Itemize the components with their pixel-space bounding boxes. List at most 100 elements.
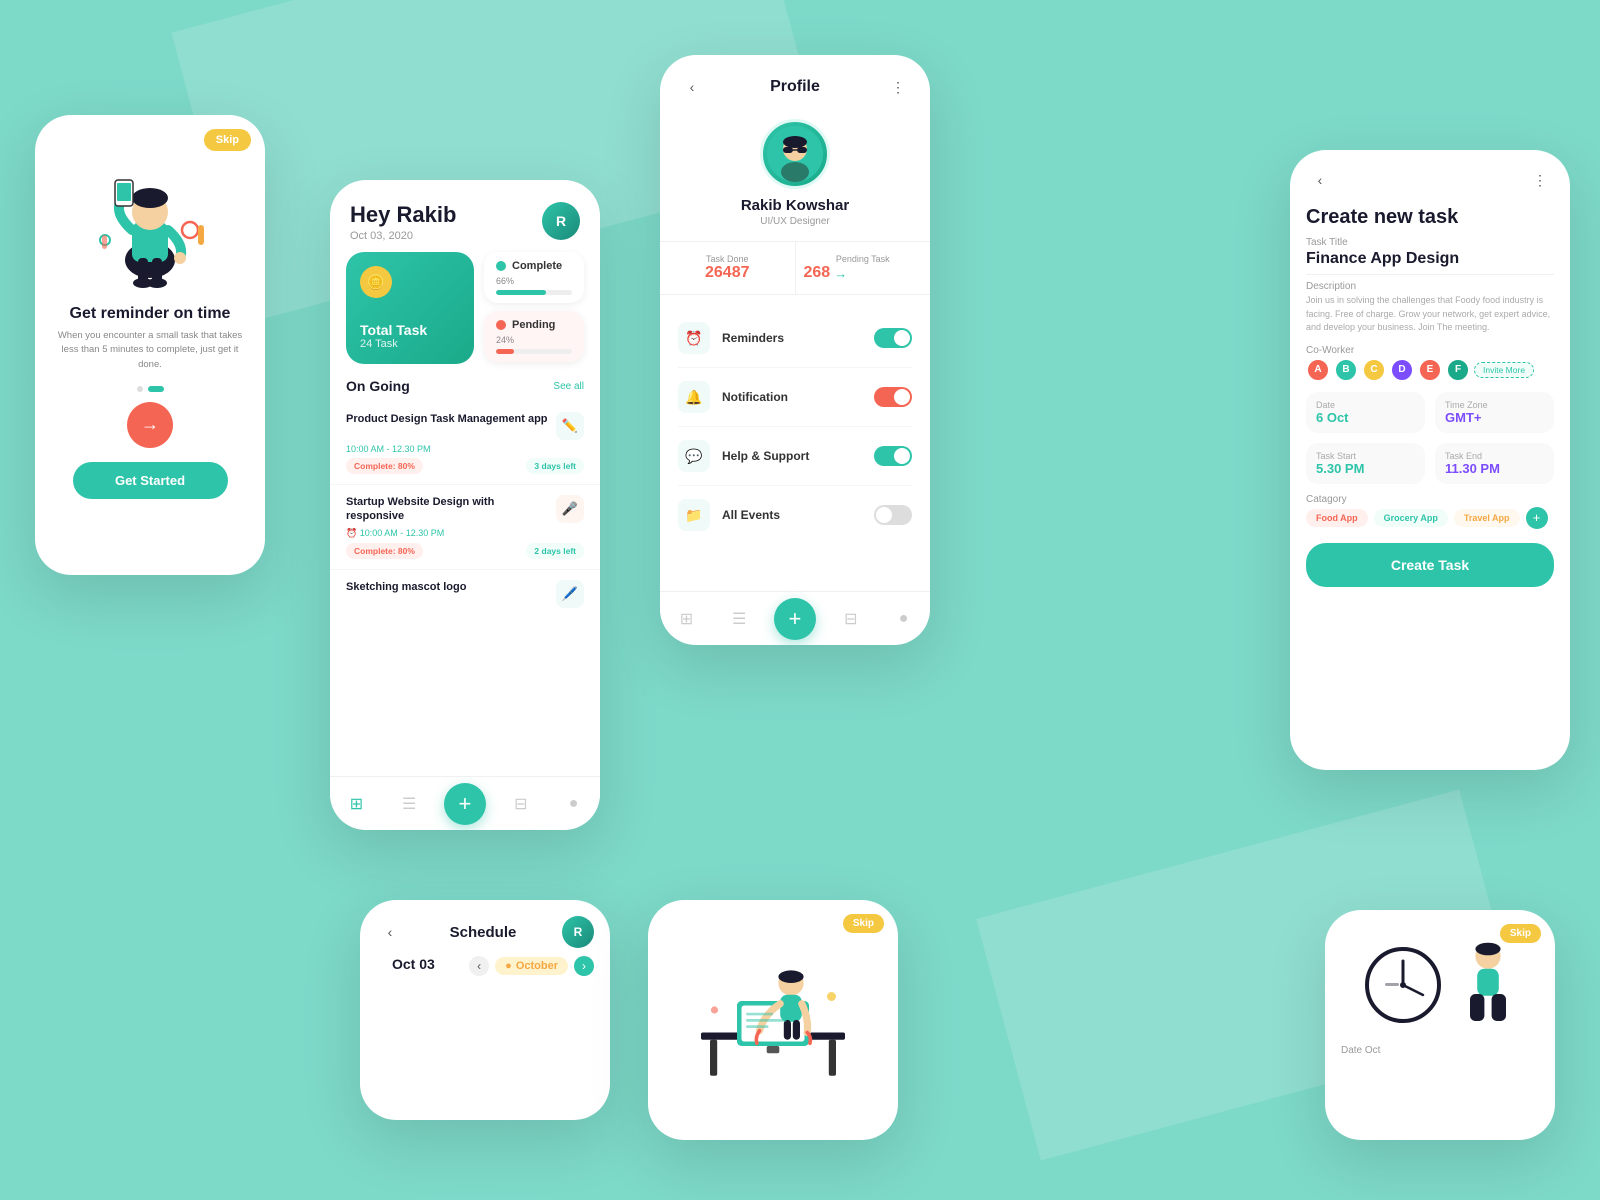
nav-filter-icon[interactable]: ☰ xyxy=(391,786,427,822)
dashboard-greeting: Hey Rakib xyxy=(350,202,456,228)
profile-card: ‹ Profile ⋮ Rakib Kowshar UI/UX Designer… xyxy=(660,55,930,645)
events-toggle[interactable] xyxy=(874,505,912,525)
skip3-button[interactable]: Skip xyxy=(1500,924,1541,943)
schedule-back[interactable]: ‹ xyxy=(376,918,404,946)
onboarding-title: Get reminder on time xyxy=(53,305,247,323)
category-row: Food App Grocery App Travel App + xyxy=(1306,507,1554,529)
task-item-3: Sketching mascot logo 🖊️ xyxy=(330,570,600,618)
toggle-reminders: ⏰ Reminders xyxy=(678,309,912,368)
reminders-toggle[interactable] xyxy=(874,328,912,348)
category-add-button[interactable]: + xyxy=(1526,507,1548,529)
timezone-box: Time Zone GMT+ xyxy=(1435,392,1554,433)
events-icon-wrap: 📁 xyxy=(678,499,710,531)
task-1-days: 3 days left xyxy=(526,458,584,474)
task-done-value: 26487 xyxy=(668,264,787,282)
reminders-icon-wrap: ⏰ xyxy=(678,322,710,354)
nav-home-icon[interactable]: ⊞ xyxy=(338,786,374,822)
user-avatar[interactable]: R xyxy=(542,202,580,240)
task-3-icon: 🖊️ xyxy=(556,580,584,608)
divider-1 xyxy=(1306,274,1554,275)
see-all-button[interactable]: See all xyxy=(553,381,584,392)
time-row: Task Start 5.30 PM Task End 11.30 PM xyxy=(1306,443,1554,484)
create-task-button[interactable]: Create Task xyxy=(1306,543,1554,587)
task-2-title: Startup Website Design with responsive xyxy=(346,495,548,524)
help-toggle[interactable] xyxy=(874,446,912,466)
profile-avatar-section: Rakib Kowshar UI/UX Designer xyxy=(660,119,930,227)
back-button[interactable]: ‹ xyxy=(678,73,706,101)
month-prev-button[interactable]: ‹ xyxy=(469,956,489,976)
toggle-all-events: 📁 All Events xyxy=(678,486,912,544)
task-2-complete: Complete: 80% xyxy=(346,543,423,559)
onboarding3-card: Skip Date Oct xyxy=(1325,910,1555,1140)
task-item-2: Startup Website Design with responsive 🎤… xyxy=(330,485,600,570)
more-button[interactable]: ⋮ xyxy=(884,73,912,101)
next-button[interactable]: → xyxy=(127,402,173,448)
task-1-badges: Complete: 80% 3 days left xyxy=(346,458,584,474)
nav-add-button[interactable]: + xyxy=(444,783,486,825)
co-worker-avatar-3: C xyxy=(1362,358,1386,382)
total-task-label: Total Task xyxy=(360,322,460,338)
task-stats: Complete 66% Pending 24% xyxy=(484,252,584,364)
category-food[interactable]: Food App xyxy=(1306,509,1368,527)
profile-nav-home[interactable]: ⊞ xyxy=(668,601,704,637)
notification-label: Notification xyxy=(722,390,862,404)
category-grocery[interactable]: Grocery App xyxy=(1374,509,1448,527)
task-2-header: Startup Website Design with responsive 🎤 xyxy=(346,495,584,524)
task-start-value: 5.30 PM xyxy=(1316,461,1415,476)
get-started-button[interactable]: Get Started xyxy=(73,462,228,499)
task-end-box: Task End 11.30 PM xyxy=(1435,443,1554,484)
ongoing-title: On Going xyxy=(346,378,410,394)
month-next-button[interactable]: › xyxy=(574,956,594,976)
toggle-list: ⏰ Reminders 🔔 Notification 💬 Help & Supp… xyxy=(660,309,930,544)
description-label: Description xyxy=(1306,281,1554,292)
profile-nav-list[interactable]: ⊟ xyxy=(833,601,869,637)
schedule-card: ‹ Schedule R Oct 03 ‹ ● October › xyxy=(360,900,610,1120)
co-worker-avatar-1: A xyxy=(1306,358,1330,382)
profile-avatar xyxy=(760,119,830,189)
co-worker-avatar-6: F xyxy=(1446,358,1470,382)
invite-more-button[interactable]: Invite More xyxy=(1474,362,1534,378)
complete-fill xyxy=(496,290,546,295)
pending-progress xyxy=(496,349,572,354)
dashboard-header: Hey Rakib Oct 03, 2020 R xyxy=(330,180,600,252)
help-icon: 💬 xyxy=(685,448,702,465)
ongoing-header: On Going See all xyxy=(330,364,600,402)
create-task-more[interactable]: ⋮ xyxy=(1526,166,1554,194)
skip2-button[interactable]: Skip xyxy=(843,914,884,933)
events-icon: 📁 xyxy=(685,507,702,524)
create-task-card: ‹ ⋮ Create new task Task Title Finance A… xyxy=(1290,150,1570,770)
date-oct-label: Date Oct xyxy=(1325,1045,1555,1056)
task-2-badges: Complete: 80% 2 days left xyxy=(346,543,584,559)
category-travel[interactable]: Travel App xyxy=(1454,509,1520,527)
pending-header: Pending xyxy=(496,319,572,331)
schedule-avatar: R xyxy=(562,916,594,948)
toggle-notification: 🔔 Notification xyxy=(678,368,912,427)
toggle-help: 💬 Help & Support xyxy=(678,427,912,486)
profile-nav-add[interactable]: + xyxy=(774,598,816,640)
month-badge: ● October xyxy=(495,957,568,975)
reminders-label: Reminders xyxy=(722,331,862,345)
help-icon-wrap: 💬 xyxy=(678,440,710,472)
onboarding-desc: When you encounter a small task that tak… xyxy=(55,329,245,372)
task-summary: 🪙 Total Task 24 Task Complete 66% Pendin… xyxy=(330,252,600,364)
notification-toggle[interactable] xyxy=(874,387,912,407)
task-start-box: Task Start 5.30 PM xyxy=(1306,443,1425,484)
co-worker-avatar-4: D xyxy=(1390,358,1414,382)
task-1-complete: Complete: 80% xyxy=(346,458,423,474)
nav-list-icon[interactable]: ⊟ xyxy=(503,786,539,822)
schedule-title: Schedule xyxy=(404,924,562,941)
total-task-card: 🪙 Total Task 24 Task xyxy=(346,252,474,364)
task-1-time: 10:00 AM - 12.30 PM xyxy=(346,444,584,454)
dashboard-card: Hey Rakib Oct 03, 2020 R 🪙 Total Task 24… xyxy=(330,180,600,830)
profile-nav-filter[interactable]: ☰ xyxy=(721,601,757,637)
complete-header: Complete xyxy=(496,260,572,272)
complete-label: Complete xyxy=(512,260,562,272)
complete-pct: 66% xyxy=(496,276,572,286)
nav-dot-icon[interactable]: ● xyxy=(556,786,592,822)
timezone-value: GMT+ xyxy=(1445,410,1544,425)
profile-nav-dot[interactable]: ● xyxy=(886,601,922,637)
create-task-back[interactable]: ‹ xyxy=(1306,166,1334,194)
month-nav: ‹ ● October › xyxy=(469,956,594,976)
task-3-title: Sketching mascot logo xyxy=(346,580,548,594)
co-worker-label: Co-Worker xyxy=(1306,345,1554,356)
